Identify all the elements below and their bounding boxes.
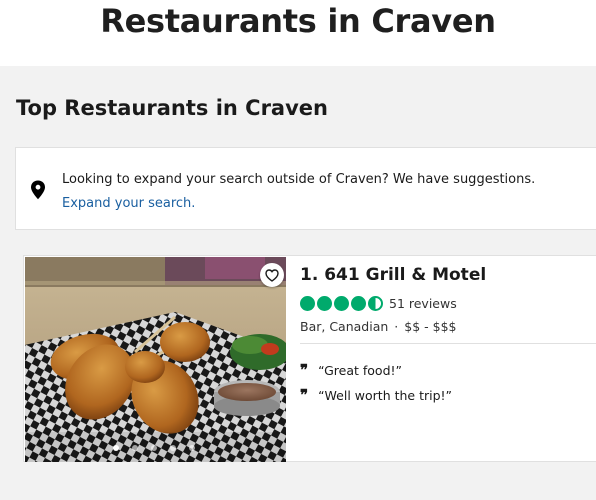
photo-carousel-dots <box>113 445 195 451</box>
rating-bubble-icon <box>317 296 332 311</box>
review-snippet-text: “Great food!” <box>318 363 403 378</box>
price-range-label: $$ - $$$ <box>404 319 457 334</box>
expand-search-link[interactable]: Expand your search. <box>62 196 195 211</box>
review-snippet[interactable]: ❞ “Well worth the trip!” <box>300 386 453 404</box>
carousel-dot[interactable] <box>170 445 176 451</box>
quote-mark-icon: ❞ <box>300 386 309 404</box>
results-area: Top Restaurants in Craven Looking to exp… <box>0 66 596 500</box>
carousel-dot[interactable] <box>132 445 138 451</box>
section-title: Top Restaurants in Craven <box>16 96 328 120</box>
rating-bubble-half-icon <box>368 296 383 311</box>
review-snippet-text: “Well worth the trip!” <box>318 388 453 403</box>
rating-bubble-icon <box>300 296 315 311</box>
page-title: Restaurants in Craven <box>100 2 496 40</box>
rating-bubble-icon <box>351 296 366 311</box>
restaurant-card[interactable]: 1. 641 Grill & Motel 51 reviews Bar, Can… <box>23 255 596 462</box>
heart-icon <box>265 268 279 282</box>
page-header: Restaurants in Craven <box>0 0 596 66</box>
divider <box>300 343 596 344</box>
cuisine-label: Bar, Canadian <box>300 319 389 334</box>
restaurant-photo[interactable] <box>25 257 286 462</box>
rating-bubble-icon <box>334 296 349 311</box>
map-pin-icon <box>31 180 45 200</box>
save-favorite-button[interactable] <box>260 263 284 287</box>
restaurant-info: 1. 641 Grill & Motel 51 reviews Bar, Can… <box>300 256 596 463</box>
carousel-dot[interactable] <box>151 445 157 451</box>
carousel-dot[interactable] <box>113 445 119 451</box>
expand-search-banner: Looking to expand your search outside of… <box>15 147 596 230</box>
food-photo-image <box>25 257 286 462</box>
quote-mark-icon: ❞ <box>300 361 309 379</box>
cuisine-price-line: Bar, Canadian · $$ - $$$ <box>300 319 457 334</box>
reviews-count-link[interactable]: 51 reviews <box>389 296 457 311</box>
suggestion-text: Looking to expand your search outside of… <box>62 172 536 187</box>
restaurant-name-link[interactable]: 1. 641 Grill & Motel <box>300 265 486 285</box>
review-snippet[interactable]: ❞ “Great food!” <box>300 361 403 379</box>
separator-dot: · <box>394 319 399 334</box>
rating-bubbles: 51 reviews <box>300 296 457 311</box>
carousel-dot[interactable] <box>189 445 195 451</box>
